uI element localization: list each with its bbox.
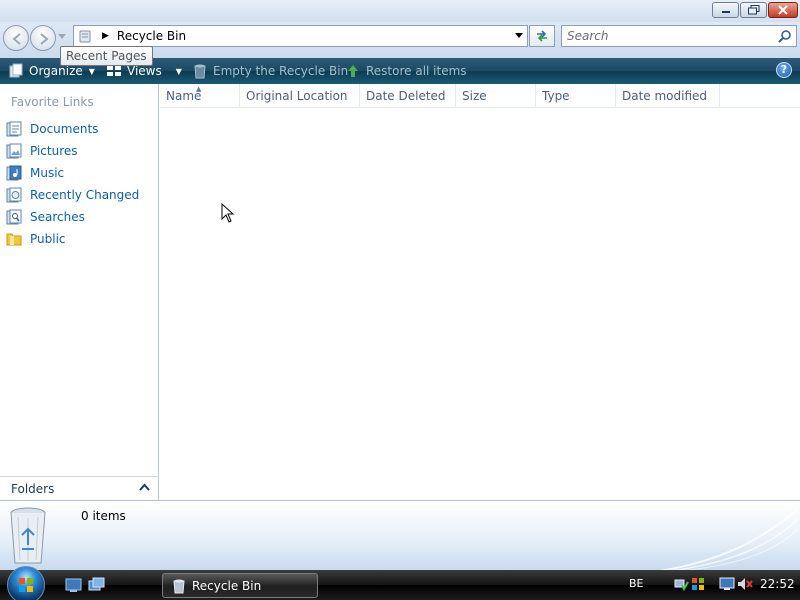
forward-icon — [40, 33, 49, 45]
search-icon[interactable] — [778, 30, 791, 43]
column-headers: Name ▲ Original Location Date Deleted Si… — [160, 84, 800, 108]
file-list[interactable]: Name ▲ Original Location Date Deleted Si… — [160, 84, 800, 500]
folder-icon — [6, 233, 22, 246]
chevron-up-icon[interactable] — [139, 483, 150, 491]
forward-button[interactable] — [30, 25, 56, 51]
language-indicator[interactable]: BE — [629, 577, 644, 590]
breadcrumb-arrow-icon[interactable]: ▶ — [102, 31, 109, 41]
favorite-link-label: Searches — [30, 210, 85, 224]
column-header-size[interactable]: Size — [456, 84, 536, 108]
search-box[interactable] — [561, 25, 797, 47]
start-button[interactable] — [7, 566, 45, 600]
organize-label: Organize — [29, 64, 83, 78]
close-icon — [778, 5, 788, 15]
folders-label: Folders — [11, 481, 55, 496]
details-pane: 0 items — [0, 500, 800, 571]
favorite-link-public[interactable]: Public — [6, 228, 139, 250]
favorite-link-label: Public — [30, 232, 66, 246]
sort-ascending-icon: ▲ — [196, 85, 202, 93]
favorite-link-label: Pictures — [30, 144, 78, 158]
start-orb-icon — [19, 578, 33, 592]
taskbar: Recycle Bin BE 22:52 — [0, 566, 800, 600]
refresh-icon — [537, 30, 547, 42]
views-label: Views — [127, 64, 162, 78]
column-header-date-modified[interactable]: Date modified — [616, 84, 720, 108]
favorite-link-label: Recently Changed — [30, 188, 140, 202]
refresh-button[interactable] — [529, 25, 555, 47]
volume-muted-icon[interactable] — [737, 576, 753, 592]
security-center-icon[interactable] — [690, 576, 706, 592]
favorite-links-list: Documents Pictures Music Recently Change… — [6, 118, 139, 250]
restore-all-label: Restore all items — [366, 64, 467, 78]
favorite-link-recently-changed[interactable]: Recently Changed — [6, 184, 139, 206]
breadcrumb[interactable]: Recycle Bin — [117, 29, 186, 43]
taskbar-button-recycle-bin[interactable]: Recycle Bin — [162, 573, 318, 598]
organize-icon — [9, 63, 23, 78]
favorite-link-label: Documents — [30, 122, 99, 136]
back-icon — [12, 33, 21, 45]
favorite-link-documents[interactable]: Documents — [6, 118, 139, 140]
mouse-cursor-icon — [221, 203, 235, 223]
searches-icon — [6, 209, 22, 225]
music-icon — [6, 165, 22, 181]
column-label: Type — [542, 89, 570, 103]
navigation-pane: Favorite Links Documents Pictures Music … — [0, 84, 159, 500]
recent-pages-dropdown-icon[interactable] — [58, 34, 66, 40]
display-icon[interactable] — [719, 576, 735, 592]
favorite-link-pictures[interactable]: Pictures — [6, 140, 139, 162]
column-label: Original Location — [246, 89, 348, 103]
back-button[interactable] — [3, 25, 29, 51]
chevron-down-icon: ▼ — [175, 66, 182, 76]
taskbar-button-label: Recycle Bin — [192, 578, 262, 593]
decorative-swoosh — [660, 508, 799, 571]
restore-all-button[interactable]: Restore all items — [345, 62, 467, 80]
column-label: Size — [462, 89, 487, 103]
recycle-bin-large-icon — [10, 507, 46, 564]
pictures-icon — [6, 143, 22, 159]
address-bar[interactable]: ▶ Recycle Bin — [73, 25, 528, 47]
favorite-links-heading: Favorite Links — [11, 95, 94, 109]
restore-arrow-icon — [348, 65, 358, 77]
clock[interactable]: 22:52 — [760, 577, 795, 591]
column-label: Date Deleted — [366, 89, 446, 103]
documents-icon — [6, 121, 22, 137]
recent-pages-tooltip: Recent Pages — [60, 46, 153, 66]
column-label: Date modified — [622, 89, 708, 103]
recycle-bin-icon — [173, 579, 185, 593]
minimize-icon — [721, 11, 730, 13]
network-icon[interactable] — [673, 576, 689, 592]
recently-changed-icon — [6, 187, 22, 203]
column-header-date-deleted[interactable]: Date Deleted — [360, 84, 456, 108]
recycle-bin-icon — [194, 64, 206, 79]
column-header-type[interactable]: Type — [536, 84, 616, 108]
items-count: 0 items — [81, 509, 126, 523]
column-header-original-location[interactable]: Original Location — [240, 84, 360, 108]
help-button[interactable]: ? — [776, 62, 792, 78]
empty-bin-label: Empty the Recycle Bin — [213, 64, 349, 78]
favorite-link-label: Music — [30, 166, 65, 180]
show-desktop-icon[interactable] — [65, 577, 82, 593]
minimize-button[interactable] — [712, 2, 739, 18]
address-dropdown-icon[interactable] — [515, 33, 523, 39]
empty-recycle-bin-button[interactable]: Empty the Recycle Bin — [192, 62, 348, 80]
favorite-link-music[interactable]: Music — [6, 162, 139, 184]
recycle-bin-icon — [79, 30, 91, 43]
help-icon: ? — [780, 63, 788, 76]
column-header-name[interactable]: Name ▲ — [160, 84, 240, 108]
title-bar — [0, 0, 800, 22]
chevron-down-icon: ▼ — [88, 66, 95, 76]
favorite-link-searches[interactable]: Searches — [6, 206, 139, 228]
close-button[interactable] — [768, 2, 798, 18]
caption-buttons — [712, 2, 798, 18]
restore-button[interactable] — [740, 2, 767, 18]
restore-icon — [747, 5, 759, 15]
folders-toggle[interactable]: Folders — [0, 476, 158, 500]
switch-windows-icon[interactable] — [88, 577, 105, 593]
search-input[interactable] — [562, 26, 762, 46]
